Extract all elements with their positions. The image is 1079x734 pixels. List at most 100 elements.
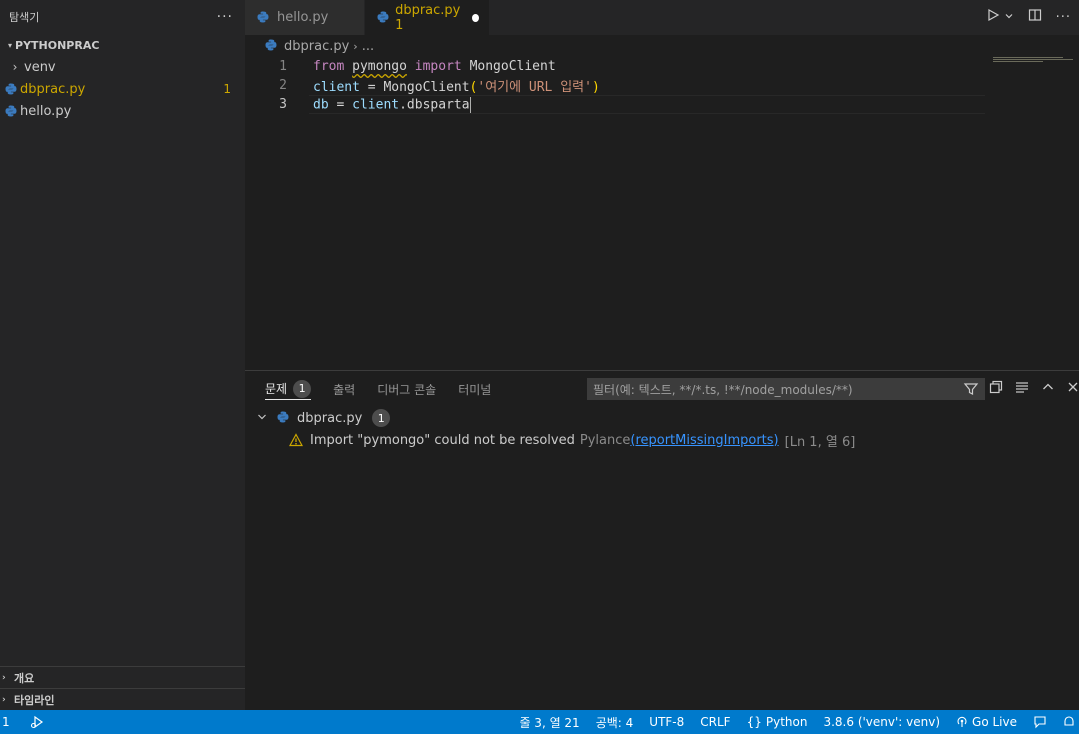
paren: ) (591, 80, 600, 95)
tree-item-label: venv (24, 59, 56, 75)
class-name: MongoClient (469, 59, 556, 74)
view-as-list-icon[interactable] (1015, 380, 1029, 398)
outline-label: 개요 (14, 671, 35, 685)
python-file-icon (4, 82, 18, 96)
code-line-current[interactable]: 3 db = client.dbsparta (245, 95, 1079, 114)
tab-hello[interactable]: hello.py (245, 0, 365, 35)
editor-actions: ··· (986, 8, 1071, 26)
chevron-down-icon[interactable] (1004, 10, 1014, 25)
problem-item[interactable]: Import "pymongo" could not be resolved P… (289, 429, 855, 451)
feedback-icon[interactable] (1025, 710, 1055, 734)
problem-code-link[interactable]: reportMissingImports (635, 433, 773, 448)
run-debug-icon[interactable] (30, 715, 44, 729)
tab-label: 문제 (265, 382, 288, 396)
status-cursor-position[interactable]: 줄 3, 열 21 (511, 710, 587, 734)
code-line[interactable]: 1 from pymongo import MongoClient (245, 57, 1079, 76)
variable: db (313, 97, 329, 112)
warning-icon (289, 433, 303, 447)
line-number: 1 (279, 59, 287, 74)
filter-icon[interactable] (963, 381, 979, 400)
close-icon[interactable] (1067, 380, 1079, 398)
problem-file-name: dbprac.py (297, 410, 363, 426)
run-icon[interactable] (986, 8, 1000, 26)
code-text: from pymongo import MongoClient (313, 59, 556, 74)
unsaved-dot-icon[interactable] (472, 13, 480, 22)
status-indentation[interactable]: 공백: 4 (588, 710, 642, 734)
chevron-right-icon: › (2, 672, 6, 683)
breadcrumb-symbol[interactable]: ... (362, 39, 374, 54)
more-actions-icon[interactable]: ··· (1056, 10, 1071, 25)
module-name: pymongo (352, 59, 407, 74)
text-cursor (469, 96, 471, 113)
code-line[interactable]: 2 client = MongoClient('여기에 URL 입력') (245, 76, 1079, 95)
braces-icon: {} (746, 715, 762, 729)
broadcast-icon (956, 716, 968, 728)
code-text: db = client.dbsparta (313, 96, 471, 113)
status-left: 1 (0, 715, 44, 729)
chevron-up-icon[interactable] (1041, 380, 1055, 398)
chevron-right-icon: › (2, 694, 6, 705)
tab-label: 터미널 (458, 382, 492, 397)
problem-message: Import "pymongo" could not be resolved (310, 432, 575, 448)
more-actions-icon[interactable]: ··· (217, 9, 233, 25)
code-editor[interactable]: 1 from pymongo import MongoClient 2 clie… (245, 57, 1079, 370)
status-go-live[interactable]: Go Live (948, 710, 1025, 734)
code-close-paren: ) (773, 432, 779, 448)
breadcrumb-file[interactable]: dbprac.py (284, 39, 349, 54)
variable: client (313, 80, 360, 95)
tab-terminal[interactable]: 터미널 (458, 378, 491, 400)
code-text: client = MongoClient('여기에 URL 입력') (313, 76, 600, 95)
python-file-icon (377, 11, 389, 25)
status-language[interactable]: {} Python (739, 710, 816, 734)
language-label: Python (765, 715, 808, 729)
timeline-section[interactable]: › 타임라인 (0, 688, 245, 710)
tab-label: hello.py (277, 10, 329, 25)
attribute: .dbsparta (399, 97, 470, 112)
object-name: client (352, 97, 400, 112)
go-live-label: Go Live (972, 715, 1017, 729)
explorer-header: 탐색기 ··· (0, 0, 245, 34)
line-number: 2 (279, 78, 287, 93)
chevron-down-icon (257, 412, 273, 425)
keyword: from (313, 59, 345, 74)
tab-debug-console[interactable]: 디버그 콘솔 (377, 378, 436, 400)
problem-location: [Ln 1, 열 6] (784, 434, 856, 450)
project-name: PYTHONPRAC (15, 38, 100, 52)
status-encoding[interactable]: UTF-8 (641, 710, 692, 734)
notifications-icon[interactable] (1055, 710, 1079, 734)
python-file-icon (4, 104, 18, 118)
tree-item-label: hello.py (20, 103, 72, 119)
tree-item-hello[interactable]: hello.py (0, 100, 245, 122)
string-literal: '여기에 URL 입력' (477, 80, 592, 95)
chevron-right-icon: › (12, 60, 18, 74)
problems-filter-input[interactable]: 필터(예: 텍스트, **/*.ts, !**/node_modules/**) (587, 378, 985, 400)
split-editor-icon[interactable] (1028, 8, 1042, 26)
tree-item-dbprac[interactable]: dbprac.py 1 (0, 78, 245, 100)
tab-label: 디버그 콘솔 (377, 382, 437, 397)
status-interpreter[interactable]: 3.8.6 ('venv': venv) (815, 710, 948, 734)
chevron-right-icon: › (353, 39, 358, 53)
tree-item-venv[interactable]: › venv (0, 56, 245, 78)
operator: = (359, 80, 384, 95)
problems-count-badge: 1 (293, 379, 312, 398)
status-bar: 1 줄 3, 열 21 공백: 4 UTF-8 CRLF {} Python 3… (0, 710, 1079, 734)
tab-output[interactable]: 출력 (333, 378, 355, 400)
project-folder-header[interactable]: ▾ PYTHONPRAC (0, 34, 245, 56)
tab-problems[interactable]: 문제 1 (265, 378, 312, 400)
editor-tab-bar: hello.py dbprac.py 1 ··· (245, 0, 1079, 35)
problem-file-badge: 1 (372, 409, 391, 427)
problems-file-group[interactable]: dbprac.py 1 (257, 407, 391, 429)
status-right: 줄 3, 열 21 공백: 4 UTF-8 CRLF {} Python 3.8… (511, 710, 1079, 734)
outline-section[interactable]: › 개요 (0, 666, 245, 688)
status-eol[interactable]: CRLF (692, 710, 738, 734)
breadcrumb: dbprac.py › ... (245, 35, 374, 57)
status-problem-count[interactable]: 1 (0, 715, 10, 729)
tab-dbprac[interactable]: dbprac.py 1 (365, 0, 490, 35)
operator: = (328, 97, 353, 112)
line-number: 3 (279, 97, 287, 112)
problem-source: Pylance (579, 432, 631, 448)
collapse-all-icon[interactable] (989, 380, 1003, 398)
python-file-icon (257, 11, 271, 25)
problem-count-badge: 1 (223, 82, 231, 96)
chevron-down-icon: ▾ (8, 40, 13, 50)
